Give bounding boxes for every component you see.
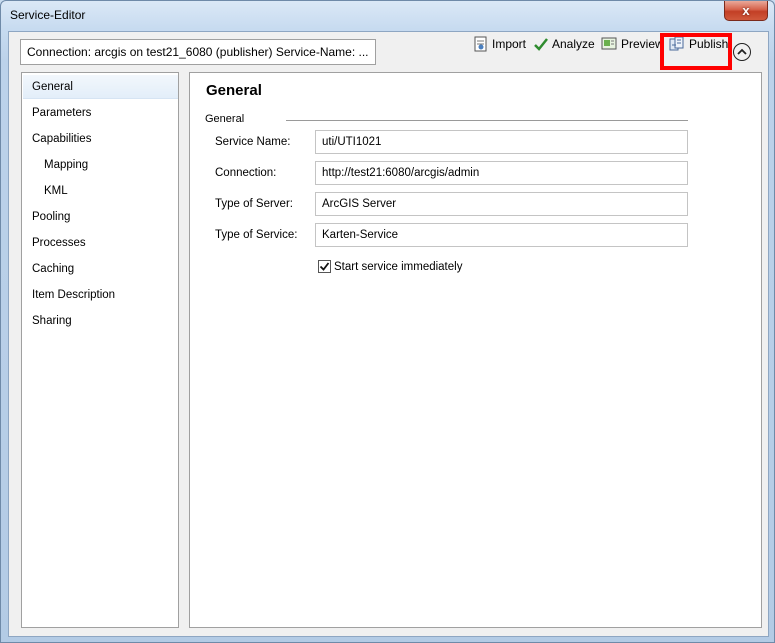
service-type-input[interactable]: [315, 223, 688, 247]
import-icon: [474, 36, 487, 52]
sidebar-item-processes[interactable]: Processes: [23, 231, 178, 255]
preview-button[interactable]: Preview: [601, 32, 664, 56]
service-type-label: Type of Service:: [215, 229, 298, 241]
service-editor-window: Service-Editor x Connection: arcgis on t…: [0, 0, 775, 643]
sidebar-item-parameters[interactable]: Parameters: [23, 101, 178, 125]
sidebar-nav: General Parameters Capabilities Mapping …: [21, 72, 179, 628]
editor-client-area: Connection: arcgis on test21_6080 (publi…: [8, 31, 769, 637]
start-immediately-row: Start service immediately: [318, 260, 462, 273]
preview-label: Preview: [621, 37, 664, 51]
start-immediately-label: Start service immediately: [334, 260, 463, 273]
sidebar-item-item-description[interactable]: Item Description: [23, 283, 178, 307]
start-immediately-checkbox[interactable]: [318, 260, 331, 273]
preview-icon: [601, 37, 617, 50]
close-button[interactable]: x: [724, 1, 768, 21]
group-label: General: [205, 113, 245, 125]
sidebar-item-mapping[interactable]: Mapping: [23, 153, 178, 177]
connection-summary: Connection: arcgis on test21_6080 (publi…: [20, 39, 376, 65]
connection-input[interactable]: [315, 161, 688, 185]
sidebar-item-pooling[interactable]: Pooling: [23, 205, 178, 229]
sidebar-item-capabilities[interactable]: Capabilities: [23, 127, 178, 151]
window-title: Service-Editor: [10, 8, 86, 22]
panel-title: General: [206, 82, 262, 99]
server-type-label: Type of Server:: [215, 198, 293, 210]
checkmark-icon: [319, 262, 330, 271]
group-divider: [286, 120, 688, 121]
import-label: Import: [492, 37, 527, 51]
chevron-up-icon: [737, 48, 747, 55]
publish-highlight-box: [660, 33, 732, 70]
general-panel: General General Service Name: Connection…: [189, 72, 762, 628]
close-icon: x: [742, 3, 750, 18]
collapse-button[interactable]: [733, 43, 751, 61]
server-type-input[interactable]: [315, 192, 688, 216]
checkmark-icon: [534, 38, 548, 51]
service-name-input[interactable]: [315, 130, 688, 154]
sidebar-item-sharing[interactable]: Sharing: [23, 309, 178, 333]
sidebar-item-kml[interactable]: KML: [23, 179, 178, 203]
analyze-label: Analyze: [552, 37, 595, 51]
analyze-button[interactable]: Analyze: [533, 32, 595, 56]
service-name-label: Service Name:: [215, 136, 291, 148]
connection-label: Connection:: [215, 167, 277, 179]
sidebar-item-caching[interactable]: Caching: [23, 257, 178, 281]
sidebar-item-general[interactable]: General: [23, 75, 178, 99]
import-button[interactable]: Import: [473, 32, 526, 56]
